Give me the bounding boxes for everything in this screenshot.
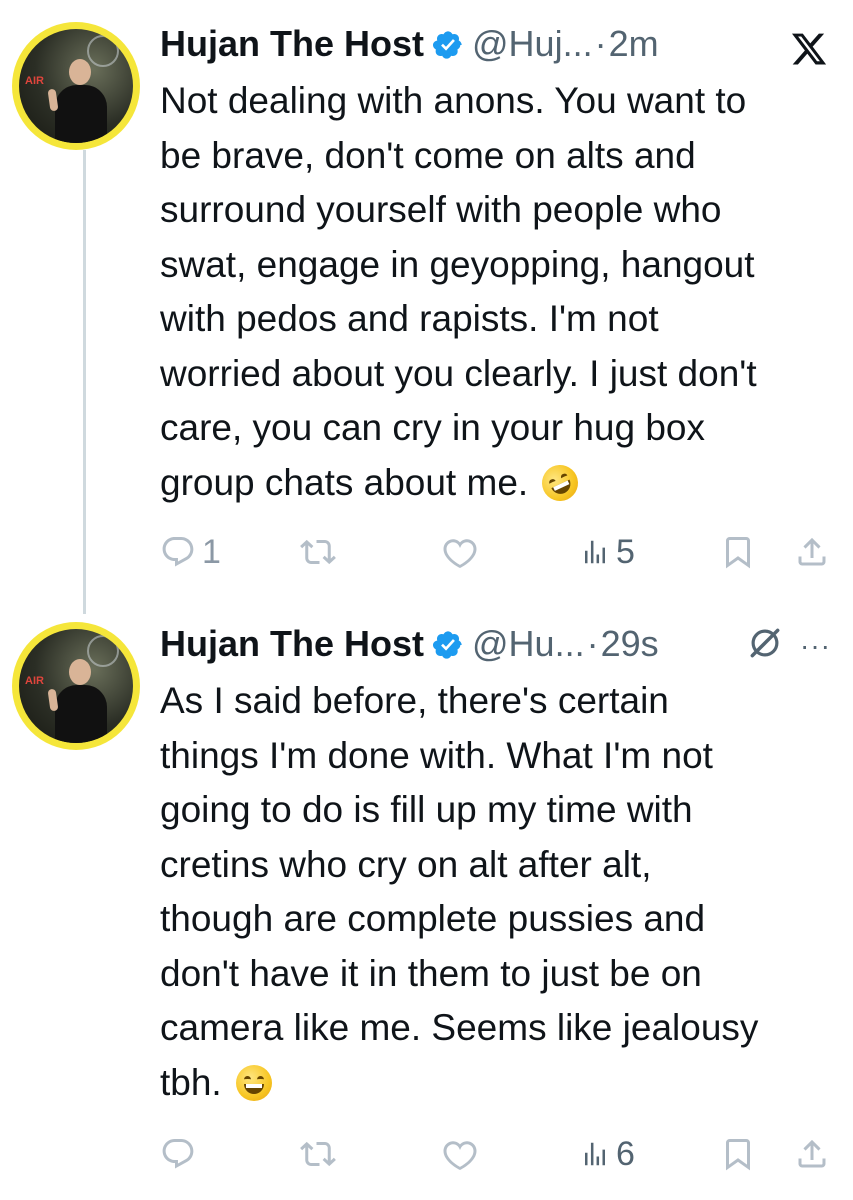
bookmark-button[interactable] xyxy=(720,530,756,574)
reply-button[interactable]: 1 xyxy=(160,530,221,574)
bookmark-icon xyxy=(726,537,750,569)
share-icon xyxy=(798,537,826,566)
grinning-face-with-smiling-eyes-emoji-icon xyxy=(236,1064,272,1101)
timestamp[interactable]: 29s xyxy=(601,623,659,665)
views-count: 6 xyxy=(616,1134,635,1173)
rolling-on-floor-laughing-emoji-icon xyxy=(536,458,585,507)
share-button[interactable] xyxy=(794,1132,830,1176)
tweet-actions: 6 xyxy=(160,1132,840,1176)
repost-button[interactable] xyxy=(300,1132,336,1176)
verified-badge-icon xyxy=(432,28,464,60)
timestamp[interactable]: 2m xyxy=(609,23,659,65)
user-handle[interactable]: @Hu... xyxy=(472,623,585,665)
bookmark-icon xyxy=(726,1139,750,1171)
repost-icon xyxy=(300,1141,336,1167)
x-logo-icon[interactable] xyxy=(788,30,830,68)
verified-badge-icon xyxy=(432,628,464,660)
heart-icon xyxy=(443,539,477,569)
tweet-text: Not dealing with anons. You want to be b… xyxy=(160,74,840,510)
reply-button[interactable] xyxy=(160,1132,202,1176)
reply-count: 1 xyxy=(202,532,221,571)
display-name[interactable]: Hujan The Host xyxy=(160,623,424,665)
thread-connector-line xyxy=(83,150,86,614)
bookmark-button[interactable] xyxy=(720,1132,756,1176)
tweet-actions: 1 5 xyxy=(160,530,840,574)
avatar-photo: AIR xyxy=(19,29,133,143)
tweet-header: Hujan The Host @Hu... · 29s xyxy=(160,614,659,674)
views-button[interactable]: 5 xyxy=(580,530,635,574)
user-handle[interactable]: @Huj... xyxy=(472,23,593,65)
avatar-sign-text: AIR xyxy=(25,75,44,87)
grok-icon[interactable] xyxy=(746,624,784,662)
display-name[interactable]: Hujan The Host xyxy=(160,23,424,65)
views-button[interactable]: 6 xyxy=(580,1132,635,1176)
avatar-photo: AIR xyxy=(19,629,133,743)
avatar-sign-text: AIR xyxy=(25,675,44,687)
like-button[interactable] xyxy=(442,530,478,574)
views-count: 5 xyxy=(616,532,635,571)
repost-button[interactable] xyxy=(300,530,336,574)
tweet-text-content: Not dealing with anons. You want to be b… xyxy=(160,80,757,503)
views-bar-chart-icon xyxy=(585,540,605,564)
avatar[interactable]: AIR xyxy=(12,622,140,750)
repost-icon xyxy=(300,539,336,565)
reply-icon xyxy=(162,1139,194,1169)
separator-dot: · xyxy=(586,623,599,664)
share-button[interactable] xyxy=(794,530,830,574)
like-button[interactable] xyxy=(442,1132,478,1176)
share-icon xyxy=(798,1139,826,1168)
tweet-text: As I said before, there's certain things… xyxy=(160,674,840,1110)
tweet-header: Hujan The Host @Huj... · 2m xyxy=(160,14,659,74)
tweet-text-content: As I said before, there's certain things… xyxy=(160,680,759,1103)
avatar[interactable]: AIR xyxy=(12,22,140,150)
more-options-icon[interactable]: ··· xyxy=(800,630,831,662)
reply-icon xyxy=(162,537,194,567)
views-bar-chart-icon xyxy=(585,1142,605,1166)
heart-icon xyxy=(443,1141,477,1171)
separator-dot: · xyxy=(594,23,607,64)
